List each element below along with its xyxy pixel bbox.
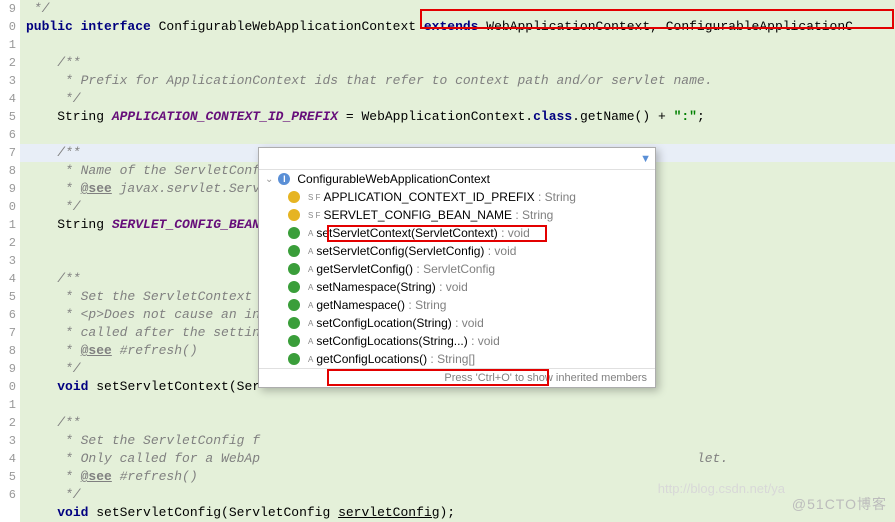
popup-method-item[interactable]: A setConfigLocations(String...) : void xyxy=(259,332,655,350)
method-icon xyxy=(287,262,301,276)
method-icon xyxy=(287,226,301,240)
structure-popup[interactable]: ▼ ⌄ I ConfigurableWebApplicationContext … xyxy=(258,147,656,388)
method-icon xyxy=(287,298,301,312)
method-icon xyxy=(287,280,301,294)
popup-root-item[interactable]: ⌄ I ConfigurableWebApplicationContext xyxy=(259,170,655,188)
popup-method-item[interactable]: A setConfigLocation(String) : void xyxy=(259,314,655,332)
popup-method-item[interactable]: A getNamespace() : String xyxy=(259,296,655,314)
popup-field-item[interactable]: S F SERVLET_CONFIG_BEAN_NAME : String xyxy=(259,206,655,224)
popup-header: ▼ xyxy=(259,148,655,170)
popup-search-input[interactable] xyxy=(263,150,640,168)
popup-footer: Press 'Ctrl+O' to show inherited members xyxy=(259,368,655,387)
popup-method-item[interactable]: A getServletConfig() : ServletConfig xyxy=(259,260,655,278)
method-icon xyxy=(287,352,301,366)
caret-down-icon: ⌄ xyxy=(265,174,273,185)
interface-icon: I xyxy=(277,172,291,186)
popup-field-item[interactable]: S F APPLICATION_CONTEXT_ID_PREFIX : Stri… xyxy=(259,188,655,206)
method-icon xyxy=(287,334,301,348)
watermark-text: @51CTO博客 xyxy=(792,494,887,514)
field-icon xyxy=(287,190,301,204)
watermark-text: http://blog.csdn.net/ya xyxy=(658,481,785,496)
field-icon xyxy=(287,208,301,222)
method-icon xyxy=(287,316,301,330)
popup-method-item[interactable]: A setServletConfig(ServletConfig) : void xyxy=(259,242,655,260)
code-text: */ xyxy=(26,1,49,16)
popup-method-item[interactable]: A setNamespace(String) : void xyxy=(259,278,655,296)
popup-method-item[interactable]: A getConfigLocations() : String[] xyxy=(259,350,655,368)
line-gutter: 9012345678901234567890123456 xyxy=(0,0,20,520)
dropdown-icon[interactable]: ▼ xyxy=(640,153,651,165)
method-icon xyxy=(287,244,301,258)
popup-method-item[interactable]: A setServletContext(ServletContext) : vo… xyxy=(259,224,655,242)
